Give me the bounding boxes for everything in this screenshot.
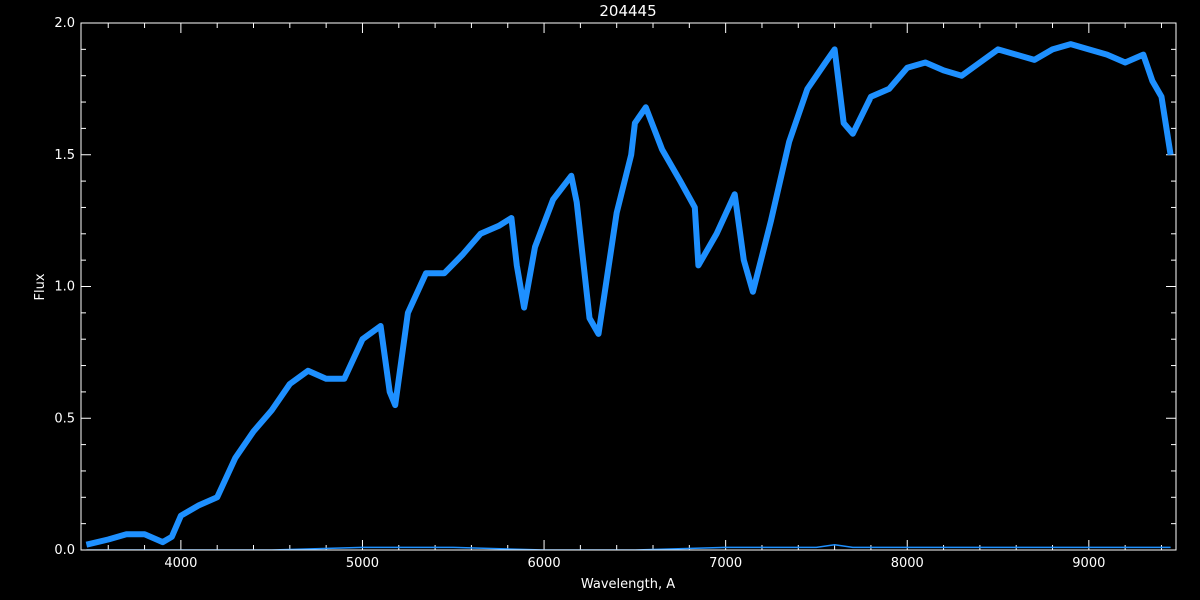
x-tick-label: 7000 (709, 556, 742, 571)
y-tick-label: 0.5 (54, 411, 75, 426)
axis-ticks (81, 22, 1176, 551)
tick-labels: 4000 5000 6000 7000 8000 9000 0.0 0.5 1.0 1.5 2.0 (54, 16, 1105, 571)
spectrum-line (85, 41, 1174, 548)
x-tick-label: 5000 (346, 556, 379, 571)
x-tick-label: 9000 (1072, 556, 1105, 571)
y-axis-label: Flux (33, 273, 48, 300)
x-tick-label: 6000 (528, 556, 561, 571)
spectrum-chart: 204445 Wavelength, A Flux 4000 5000 6000 70… (33, 2, 1177, 592)
x-tick-label: 8000 (891, 556, 924, 571)
error-line (86, 543, 1171, 550)
plot-area (85, 41, 1174, 550)
y-tick-label: 0.0 (54, 543, 75, 558)
chart-title: 204445 (599, 2, 656, 20)
x-axis-label: Wavelength, A (581, 577, 675, 592)
y-tick-label: 1.5 (54, 148, 75, 163)
plot-frame (80, 22, 1177, 551)
y-tick-label: 1.0 (54, 280, 75, 295)
x-tick-label: 4000 (164, 556, 197, 571)
y-tick-label: 2.0 (54, 16, 75, 31)
